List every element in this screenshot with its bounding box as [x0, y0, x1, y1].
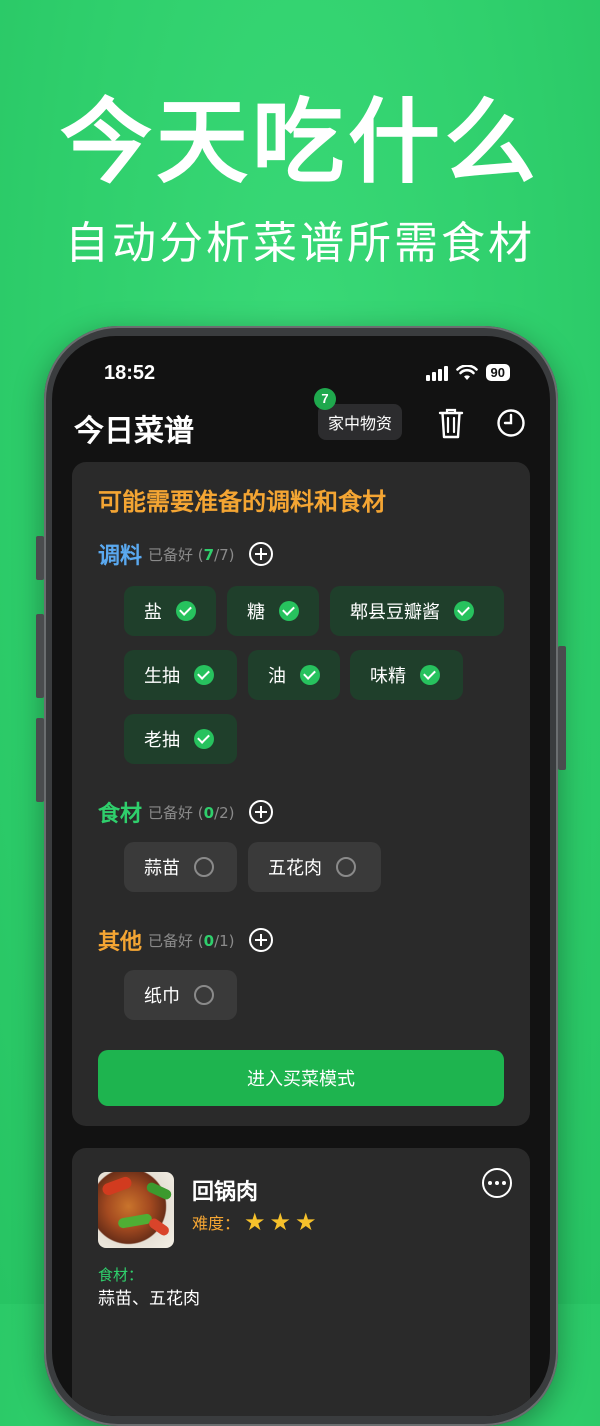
add-other-button[interactable]	[248, 928, 273, 952]
dish-image	[98, 1172, 174, 1248]
home-supplies-badge: 7	[314, 388, 336, 410]
chip-label: 纸巾	[144, 986, 180, 1007]
volume-up-button	[36, 614, 44, 698]
chip-label: 盐	[144, 602, 162, 623]
section-ingredients-name: 食材	[98, 802, 143, 827]
section-others-status: 已备好 (0/1)	[148, 931, 235, 950]
chip-label: 蒜苗	[144, 858, 180, 879]
chip-light-soy[interactable]: 生抽	[124, 650, 237, 700]
power-button	[558, 646, 566, 770]
chip-salt[interactable]: 盐	[124, 586, 216, 636]
chip-garlic-sprout[interactable]: 蒜苗	[124, 842, 237, 892]
wifi-icon	[455, 364, 478, 380]
battery-indicator: 90	[485, 364, 510, 381]
chip-label: 五花肉	[268, 858, 322, 879]
chip-label: 味精	[370, 666, 406, 687]
star-icon: ★	[244, 1208, 266, 1236]
chip-pork-belly[interactable]: 五花肉	[248, 842, 381, 892]
section-others-name: 其他	[98, 930, 143, 955]
star-icon: ★	[295, 1208, 317, 1236]
hero-title: 今天吃什么	[59, 89, 540, 196]
enter-shopping-mode-button[interactable]: 进入买菜模式	[98, 1050, 504, 1106]
home-supplies-button[interactable]: 家中物资	[318, 404, 403, 440]
hero-subtitle: 自动分析菜谱所需食材	[65, 218, 535, 269]
dish-card[interactable]: 回锅肉 难度： ★ ★ ★ 食材： 蒜苗、五花肉	[72, 1148, 530, 1416]
chip-label: 糖	[247, 602, 265, 623]
signal-icon	[425, 365, 448, 381]
section-ingredients-status: 已备好 (0/2)	[148, 803, 235, 822]
section-others-header: 其他 已备好 (0/1)	[98, 924, 273, 956]
trash-icon[interactable]	[434, 406, 468, 440]
status-time: 18:52	[104, 362, 156, 384]
chip-sugar[interactable]: 糖	[227, 586, 319, 636]
check-icon	[279, 601, 299, 621]
section-seasoning-header: 调料 已备好 (7/7)	[98, 538, 273, 570]
prep-card: 可能需要准备的调料和食材 调料 已备好 (7/7) 盐 糖 郫县豆瓣酱 生抽 油…	[72, 462, 530, 1126]
check-icon	[194, 729, 214, 749]
chip-label: 老抽	[144, 730, 180, 751]
star-icon: ★	[269, 1208, 292, 1236]
chip-dark-soy[interactable]: 老抽	[124, 714, 237, 764]
more-options-icon[interactable]	[482, 1168, 512, 1198]
check-icon	[454, 601, 474, 621]
add-seasoning-button[interactable]	[248, 542, 273, 566]
volume-down-button	[36, 718, 44, 802]
chip-label: 生抽	[144, 666, 180, 687]
unchecked-circle-icon	[336, 857, 356, 877]
add-ingredient-button[interactable]	[248, 800, 273, 824]
ingredients-text: 蒜苗、五花肉	[98, 1289, 200, 1309]
status-icons: 90	[425, 364, 510, 381]
mute-switch	[36, 536, 44, 580]
check-icon	[176, 601, 196, 621]
chip-doubanjiang[interactable]: 郫县豆瓣酱	[330, 586, 504, 636]
check-icon	[194, 665, 214, 685]
prep-card-title: 可能需要准备的调料和食材	[98, 488, 386, 516]
chip-label: 油	[268, 666, 286, 687]
chip-label: 郫县豆瓣酱	[350, 602, 440, 623]
chip-tissue[interactable]: 纸巾	[124, 970, 237, 1020]
ingredients-label: 食材：	[98, 1266, 144, 1284]
history-clock-icon[interactable]	[494, 406, 528, 440]
difficulty-label: 难度：	[192, 1214, 241, 1233]
chip-msg[interactable]: 味精	[350, 650, 463, 700]
unchecked-circle-icon	[194, 985, 214, 1005]
dish-difficulty: 难度： ★ ★ ★	[192, 1210, 317, 1234]
section-ingredients-header: 食材 已备好 (0/2)	[98, 796, 273, 828]
section-seasoning-status: 已备好 (7/7)	[148, 545, 235, 564]
section-seasoning-name: 调料	[98, 544, 143, 569]
unchecked-circle-icon	[194, 857, 214, 877]
check-icon	[420, 665, 440, 685]
page-title: 今日菜谱	[74, 414, 194, 449]
app-screen: 18:52 90 今日菜谱 家中物资 7 可能需要准备的调料和食材 调料 已备好…	[52, 336, 550, 1416]
dish-name: 回锅肉	[192, 1180, 259, 1205]
chip-oil[interactable]: 油	[248, 650, 340, 700]
check-icon	[300, 665, 320, 685]
